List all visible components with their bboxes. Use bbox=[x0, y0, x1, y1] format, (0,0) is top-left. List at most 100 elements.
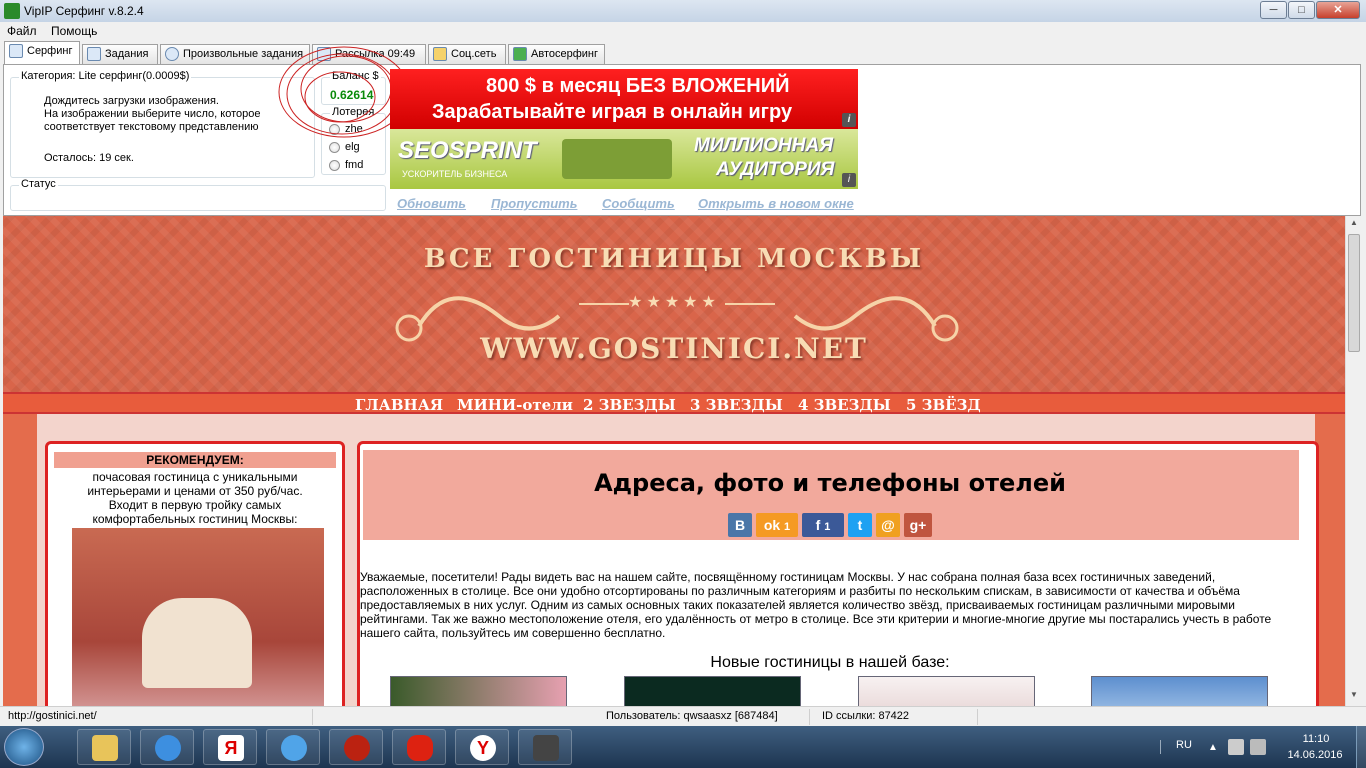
hotel-thumb-1[interactable] bbox=[390, 676, 567, 706]
nav-mini-hotels[interactable]: МИНИ-отели bbox=[457, 396, 573, 414]
clock-time[interactable]: 11:10 bbox=[1286, 733, 1346, 745]
instruction-line-3: соответствует текстовому представлению bbox=[44, 121, 259, 133]
hotel-room-image[interactable] bbox=[72, 528, 324, 706]
taskbar-yandex-browser[interactable]: Я bbox=[203, 729, 257, 765]
recommend-text-3: Входит в первую тройку самых bbox=[108, 498, 282, 512]
surf-icon bbox=[9, 44, 23, 58]
tab-surfing[interactable]: Серфинг bbox=[4, 41, 80, 64]
new-hotels-heading: Новые гостиницы в нашей базе: bbox=[710, 654, 950, 671]
info-icon[interactable]: i bbox=[842, 173, 856, 187]
main-title: Адреса, фото и телефоны отелей bbox=[594, 469, 1066, 497]
site-header: ВСЕ ГОСТИНИЦЫ МОСКВЫ ★★★★★ WWW.GOSTINICI… bbox=[3, 216, 1345, 392]
menu-help[interactable]: Помощь bbox=[51, 24, 97, 38]
status-legend: Статус bbox=[19, 178, 58, 190]
gplus-share-button[interactable]: g+ bbox=[904, 513, 932, 537]
report-link[interactable]: Сообщить bbox=[602, 196, 675, 211]
maximize-button[interactable]: □ bbox=[1288, 1, 1315, 19]
status-link-id: ID ссылки: 87422 bbox=[818, 709, 978, 725]
status-url: http://gostinici.net/ bbox=[4, 709, 313, 725]
tray-arrow-icon[interactable]: ▲ bbox=[1208, 742, 1218, 753]
banner1-line1: 800 $ в месяц БЕЗ ВЛОЖЕНИЙ bbox=[486, 75, 790, 97]
nav-4-stars[interactable]: 4 ЗВЕЗДЫ bbox=[798, 396, 891, 414]
mail-share-button[interactable]: @ bbox=[876, 513, 900, 537]
hotel-thumb-4[interactable] bbox=[1091, 676, 1268, 706]
ad-banner-seosprint[interactable]: SEOSPRINT УСКОРИТЕЛЬ БИЗНЕСА МИЛЛИОННАЯ … bbox=[390, 129, 858, 189]
banner2-slogan2: АУДИТОРИЯ bbox=[716, 159, 835, 180]
banner1-line2: Зарабатывайте играя в онлайн игру bbox=[432, 101, 793, 123]
social-icon bbox=[433, 47, 447, 61]
show-desktop-button[interactable] bbox=[1356, 726, 1366, 768]
title-bar: VipIP Серфинг v.8.2.4 ─ □ ✕ bbox=[0, 0, 1366, 22]
yandex-icon: Я bbox=[218, 735, 244, 761]
fb-share-button[interactable]: f 1 bbox=[802, 513, 844, 537]
scroll-down-arrow-icon[interactable]: ▼ bbox=[1348, 690, 1360, 702]
close-button[interactable]: ✕ bbox=[1316, 1, 1360, 19]
instruction-line-2: На изображении выберите число, которое bbox=[44, 108, 261, 120]
vertical-scrollbar[interactable]: ▲ ▼ bbox=[1345, 216, 1362, 706]
vk-share-button[interactable]: В bbox=[728, 513, 752, 537]
nav-3-stars[interactable]: 3 ЗВЕЗДЫ bbox=[690, 396, 783, 414]
ie-icon bbox=[281, 735, 307, 761]
clock-date[interactable]: 14.06.2016 bbox=[1282, 749, 1348, 761]
recommend-box: РЕКОМЕНДУЕМ: почасовая гостиница с уника… bbox=[45, 441, 345, 706]
tab-autosurf[interactable]: Автосерфинг bbox=[508, 44, 605, 64]
window-title: VipIP Серфинг v.8.2.4 bbox=[24, 4, 144, 18]
refresh-link[interactable]: Обновить bbox=[397, 196, 466, 211]
banner2-slogan1: МИЛЛИОННАЯ bbox=[694, 135, 834, 156]
site-title: ВСЕ ГОСТИНИЦЫ МОСКВЫ bbox=[423, 244, 925, 274]
clock-icon bbox=[165, 47, 179, 61]
scroll-thumb[interactable] bbox=[1348, 234, 1360, 352]
site-nav: ГЛАВНАЯ МИНИ-отели 2 ЗВЕЗДЫ 3 ЗВЕЗДЫ 4 З… bbox=[3, 392, 1345, 414]
world-map-icon bbox=[562, 139, 672, 179]
network-icon[interactable] bbox=[1228, 739, 1244, 755]
skip-link[interactable]: Пропустить bbox=[491, 196, 577, 211]
recommend-text-2: интерьерами и ценами от 350 руб/час. bbox=[87, 484, 303, 498]
red-app-icon bbox=[344, 735, 370, 761]
category-legend: Категория: Lite серфинг(0.0009$) bbox=[19, 70, 192, 82]
recommend-text-1: почасовая гостиница с уникальными bbox=[92, 470, 298, 484]
app-icon bbox=[4, 3, 20, 19]
taskbar-ie[interactable] bbox=[140, 729, 194, 765]
hotel-thumb-3[interactable] bbox=[858, 676, 1035, 706]
folder-icon bbox=[92, 735, 118, 761]
intro-text: Уважаемые, посетители! Рады видеть вас н… bbox=[360, 570, 1272, 640]
open-new-window-link[interactable]: Открыть в новом окне bbox=[698, 196, 854, 211]
language-indicator[interactable]: RU bbox=[1176, 739, 1192, 751]
tasks-icon bbox=[87, 47, 101, 61]
lottery-option-fmd: fmd bbox=[345, 159, 364, 171]
volume-icon[interactable] bbox=[1250, 739, 1266, 755]
ok-share-button[interactable]: ok 1 bbox=[756, 513, 798, 537]
scroll-up-arrow-icon[interactable]: ▲ bbox=[1348, 218, 1360, 230]
vipip-icon bbox=[407, 735, 433, 761]
lottery-radio-fmd[interactable] bbox=[329, 160, 340, 171]
tab-bar: Серфинг Задания Произвольные задания Рас… bbox=[0, 40, 1366, 64]
taskbar-yandex[interactable]: Y bbox=[455, 729, 509, 765]
taskbar-vipip[interactable] bbox=[392, 729, 446, 765]
recommend-title: РЕКОМЕНДУЕМ: bbox=[54, 452, 336, 468]
taskbar-app-red[interactable] bbox=[329, 729, 383, 765]
tab-social[interactable]: Соц.сеть bbox=[428, 44, 506, 64]
taskbar-ie-alt[interactable] bbox=[266, 729, 320, 765]
ad-banner-game[interactable]: 800 $ в месяц БЕЗ ВЛОЖЕНИЙ Зарабатывайте… bbox=[390, 69, 858, 129]
nav-home[interactable]: ГЛАВНАЯ bbox=[355, 396, 443, 414]
nav-2-stars[interactable]: 2 ЗВЕЗДЫ bbox=[583, 396, 676, 414]
site-stars: ★★★★★ bbox=[628, 294, 720, 311]
taskbar-explorer[interactable] bbox=[77, 729, 131, 765]
nav-5-stars[interactable]: 5 ЗВЁЗД bbox=[906, 396, 981, 414]
minimize-button[interactable]: ─ bbox=[1260, 1, 1287, 19]
taskbar-app-dark[interactable] bbox=[518, 729, 572, 765]
twitter-share-button[interactable]: t bbox=[848, 513, 872, 537]
recommend-text-4: комфортабельных гостиниц Москвы: bbox=[92, 512, 298, 526]
menu-file[interactable]: Файл bbox=[7, 24, 37, 38]
remaining-time: Осталось: 19 сек. bbox=[44, 152, 134, 164]
start-button[interactable] bbox=[4, 728, 44, 766]
tab-tasks[interactable]: Задания bbox=[82, 44, 158, 64]
taskbar: Я Y RU ▲ 11:10 14.06.2016 bbox=[0, 726, 1366, 768]
bed-shape bbox=[142, 598, 252, 688]
tray-divider bbox=[1160, 740, 1166, 754]
yandex-y-icon: Y bbox=[470, 735, 496, 761]
status-group: Статус bbox=[10, 178, 386, 211]
hotel-thumb-2[interactable] bbox=[624, 676, 801, 706]
info-icon[interactable]: i bbox=[842, 113, 856, 127]
autosurf-icon bbox=[513, 47, 527, 61]
